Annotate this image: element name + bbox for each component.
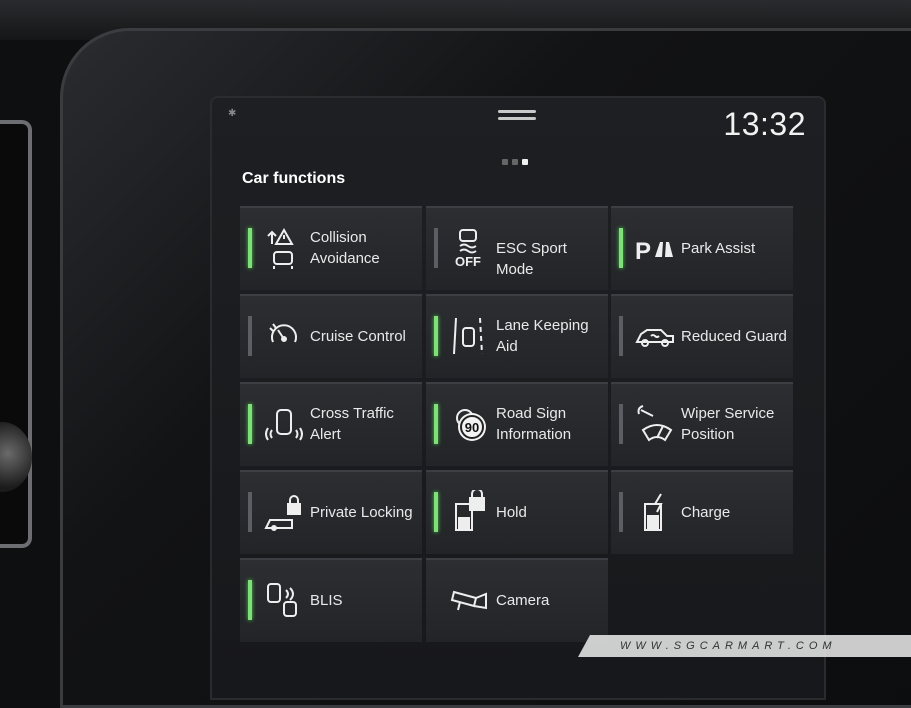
- tile-label: Lane Keeping: [496, 317, 589, 334]
- tile-blis[interactable]: BLIS: [240, 558, 422, 642]
- tile-label: Cruise Control: [310, 328, 406, 345]
- tile-label: Reduced Guard: [681, 328, 787, 345]
- tile-collision-avoidance[interactable]: Collision Avoidance: [240, 206, 422, 290]
- status-indicator: [434, 404, 438, 444]
- blis-icon: [267, 583, 297, 617]
- camera-icon: [450, 590, 487, 611]
- status-indicator: [248, 580, 252, 620]
- status-indicator: [248, 228, 252, 268]
- bluetooth-icon: ✱: [228, 108, 237, 119]
- tile-label: Charge: [681, 504, 731, 521]
- svg-text:P: P: [635, 238, 651, 265]
- private-locking-icon: [264, 495, 301, 531]
- tile-label: Cross Traffic: [310, 405, 394, 422]
- status-indicator: [619, 404, 623, 444]
- status-indicator: [434, 316, 438, 356]
- page-dot-current: [522, 159, 528, 165]
- status-indicator: [248, 316, 252, 356]
- status-indicator: [248, 404, 252, 444]
- clock: 13:32: [723, 106, 806, 142]
- charge-icon: [644, 493, 663, 531]
- tile-label: Hold: [496, 504, 527, 521]
- tile-label: Wiper Service: [681, 405, 775, 422]
- esc-off-icon: OFF: [455, 229, 481, 269]
- status-indicator: [248, 492, 252, 532]
- tile-label: BLIS: [310, 592, 343, 609]
- tile-charge[interactable]: Charge: [611, 470, 793, 554]
- tile-wiper-service-position[interactable]: Wiper Service Position: [611, 382, 793, 466]
- lane-keeping-icon: [453, 317, 483, 355]
- status-indicator: [434, 492, 438, 532]
- svg-text:OFF: OFF: [455, 254, 481, 269]
- tile-cross-traffic-alert[interactable]: Cross Traffic Alert: [240, 382, 422, 466]
- collision-avoidance-icon: [267, 227, 294, 269]
- tile-label: ESC Sport Mode: [496, 240, 567, 278]
- tile-label: Aid: [496, 338, 518, 355]
- tile-label: Road Sign: [496, 405, 567, 422]
- hold-icon: [455, 490, 485, 531]
- tile-label: Park Assist: [681, 240, 756, 257]
- tile-label: Position: [681, 426, 735, 443]
- page-dot: [502, 159, 508, 165]
- page-dot: [512, 159, 518, 165]
- tile-label: Avoidance: [310, 250, 380, 267]
- tile-esc-sport-mode[interactable]: OFF ESC Sport Mode: [426, 206, 608, 290]
- page-indicator: [502, 152, 532, 170]
- road-sign-icon: 90: [456, 409, 486, 441]
- cruise-control-icon: [269, 323, 297, 343]
- tile-label: Camera: [496, 592, 550, 609]
- tile-private-locking[interactable]: Private Locking: [240, 470, 422, 554]
- tile-label: Collision: [310, 229, 367, 246]
- status-indicator: [619, 228, 623, 268]
- wiper-service-icon: [637, 405, 673, 442]
- infotainment-screen: ✱ 13:32 Car functions Collision Avoidance…: [212, 98, 824, 698]
- page-title: Car functions: [242, 170, 346, 187]
- tile-reduced-guard[interactable]: Reduced Guard: [611, 294, 793, 378]
- tile-road-sign-information[interactable]: 90 Road Sign Information: [426, 382, 608, 466]
- svg-text:90: 90: [465, 420, 479, 435]
- tile-label: Information: [496, 426, 572, 443]
- park-assist-icon: P: [635, 238, 673, 265]
- watermark: WWW.SGCARMART.COM: [578, 635, 911, 657]
- tile-label: Alert: [310, 426, 341, 443]
- tile-park-assist[interactable]: P Park Assist: [611, 206, 793, 290]
- tile-camera[interactable]: Camera: [426, 558, 608, 642]
- status-indicator: [619, 492, 623, 532]
- status-indicator: [619, 316, 623, 356]
- status-indicator: [434, 228, 438, 268]
- tile-label: Private Locking: [310, 504, 413, 521]
- reduced-guard-icon: [635, 329, 674, 347]
- tile-cruise-control[interactable]: Cruise Control: [240, 294, 422, 378]
- tile-hold[interactable]: Hold: [426, 470, 608, 554]
- cross-traffic-icon: [265, 409, 303, 441]
- pull-down-handle[interactable]: [498, 110, 536, 124]
- tile-lane-keeping-aid[interactable]: Lane Keeping Aid: [426, 294, 608, 378]
